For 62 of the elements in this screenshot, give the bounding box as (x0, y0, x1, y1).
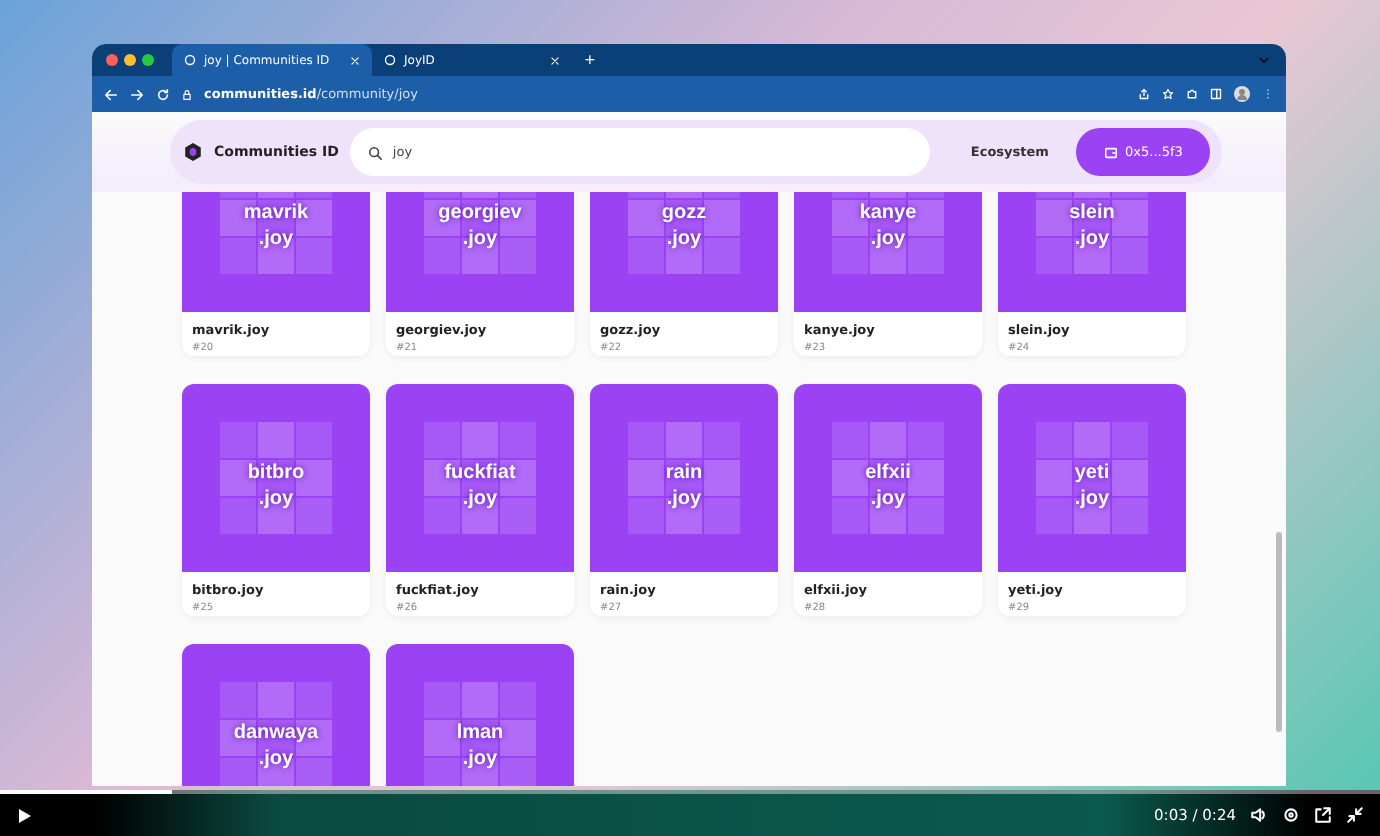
tile-suffix: .joy (870, 226, 906, 252)
forward-arrow-icon[interactable] (130, 87, 144, 101)
logo-icon (184, 142, 202, 162)
nft-card[interactable]: lman .joy (386, 644, 574, 786)
tile-name: slein (1069, 200, 1115, 226)
play-icon[interactable] (16, 807, 32, 823)
tile-name: georgiev (438, 200, 522, 226)
tab-favicon-icon (184, 54, 196, 66)
tile-grid-drawing (832, 422, 944, 534)
scrollbar[interactable] (1276, 532, 1282, 732)
tile-suffix: .joy (1074, 486, 1110, 512)
sidebar-icon[interactable] (1210, 88, 1222, 100)
tile-suffix: .joy (870, 486, 906, 512)
tile-grid-drawing (424, 682, 536, 786)
volume-icon[interactable] (1250, 806, 1268, 824)
wallet-icon (1103, 145, 1118, 159)
close-window-icon[interactable] (106, 54, 118, 66)
tile-suffix: .joy (462, 486, 498, 512)
tile-name: kanye (859, 200, 917, 226)
tile-grid-drawing (628, 422, 740, 534)
tile-suffix: .joy (666, 486, 702, 512)
tile-name: danwaya (233, 720, 319, 746)
tile-name: gozz (661, 200, 707, 226)
tile-grid-drawing (1036, 192, 1148, 274)
tile-name: bitbro (247, 460, 305, 486)
tile-name: yeti (1074, 460, 1110, 486)
avatar-icon[interactable] (1234, 86, 1250, 102)
tile-name: lman (456, 720, 504, 746)
tile-suffix: .joy (258, 226, 294, 252)
tile-name: mavrik (243, 200, 309, 226)
search-icon (368, 145, 383, 159)
tile-grid-drawing (220, 682, 332, 786)
picture-in-picture-icon[interactable] (1314, 806, 1332, 824)
tile-grid-drawing (220, 422, 332, 534)
exit-fullscreen-icon[interactable] (1346, 806, 1364, 824)
tab-favicon-icon (384, 54, 396, 66)
tile-grid-drawing (220, 192, 332, 274)
tile-grid-drawing (1036, 422, 1148, 534)
tile-suffix: .joy (1074, 226, 1110, 252)
close-icon[interactable] (550, 55, 560, 65)
tile-suffix: .joy (258, 746, 294, 772)
tile-grid-drawing (424, 422, 536, 534)
tile-suffix: .joy (258, 486, 294, 512)
back-arrow-icon[interactable] (104, 87, 118, 101)
tile-grid-drawing (424, 192, 536, 274)
close-icon[interactable] (350, 55, 360, 65)
tile-name: elfxii (865, 460, 911, 486)
tile-name: fuckfiat (444, 460, 516, 486)
menu-icon[interactable] (1262, 88, 1274, 100)
star-icon[interactable] (1162, 88, 1174, 100)
share-icon[interactable] (1138, 88, 1150, 100)
lock-icon (182, 89, 192, 99)
tile-grid-drawing (628, 192, 740, 274)
settings-icon[interactable] (1282, 806, 1300, 824)
tile-suffix: .joy (462, 746, 498, 772)
tile-suffix: .joy (666, 226, 702, 252)
tile-suffix: .joy (462, 226, 498, 252)
tile-name: rain (665, 460, 703, 486)
minimize-window-icon[interactable] (124, 54, 136, 66)
tile-grid-drawing (832, 192, 944, 274)
reload-icon[interactable] (156, 87, 170, 101)
zoom-window-icon[interactable] (142, 54, 154, 66)
